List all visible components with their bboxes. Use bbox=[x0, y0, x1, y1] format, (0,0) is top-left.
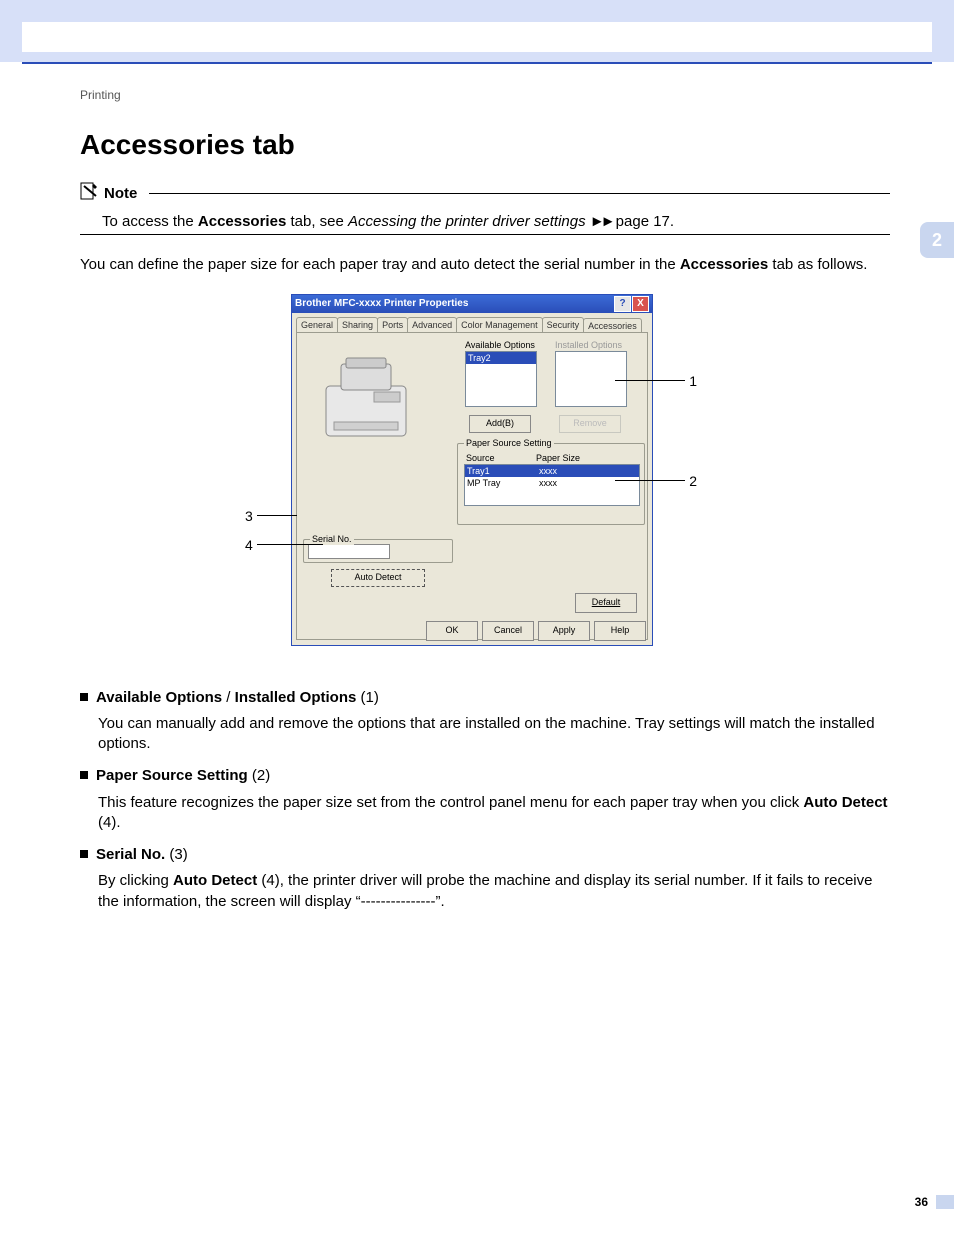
available-options-label: Available Options bbox=[465, 339, 535, 351]
printer-properties-window: Brother MFC-xxxx Printer Properties ? X … bbox=[291, 294, 653, 646]
square-bullet-icon bbox=[80, 850, 88, 858]
ok-button[interactable]: OK bbox=[426, 621, 478, 641]
tab-color-management[interactable]: Color Management bbox=[456, 317, 543, 332]
available-option-item[interactable]: Tray2 bbox=[466, 352, 536, 364]
window-titlebar: Brother MFC-xxxx Printer Properties ? X bbox=[292, 295, 652, 313]
available-options-list[interactable]: Tray2 bbox=[465, 351, 537, 407]
remove-button: Remove bbox=[559, 415, 621, 433]
intro-paragraph: You can define the paper size for each p… bbox=[80, 255, 890, 275]
tab-panel: Available Options Installed Options Tray… bbox=[296, 332, 648, 640]
tab-strip: General Sharing Ports Advanced Color Man… bbox=[292, 313, 652, 332]
callout-line bbox=[257, 515, 297, 516]
page-number: 36 bbox=[915, 1195, 928, 1209]
printer-illustration bbox=[311, 351, 421, 451]
paper-source-table[interactable]: Tray1xxxx MP Trayxxxx bbox=[464, 464, 640, 506]
pss-column-source: Source bbox=[466, 452, 495, 464]
screenshot-wrapper: Brother MFC-xxxx Printer Properties ? X … bbox=[245, 294, 725, 664]
serial-number-group: Serial No. bbox=[303, 539, 453, 563]
auto-detect-button[interactable]: Auto Detect bbox=[331, 569, 425, 587]
page-top-band bbox=[0, 0, 954, 62]
table-row[interactable]: MP Trayxxxx bbox=[465, 477, 639, 489]
note-block: Note To access the Accessories tab, see … bbox=[80, 182, 890, 236]
window-title: Brother MFC-xxxx Printer Properties bbox=[295, 297, 468, 311]
tab-general[interactable]: General bbox=[296, 317, 338, 332]
table-row[interactable]: Tray1xxxx bbox=[465, 465, 639, 477]
tab-accessories[interactable]: Accessories bbox=[583, 318, 642, 333]
callout-line bbox=[615, 380, 685, 381]
page-top-rule bbox=[22, 62, 932, 64]
running-head: Printing bbox=[80, 88, 121, 102]
add-button[interactable]: Add(B) bbox=[469, 415, 531, 433]
list-item: Serial No. (3) By clicking Auto Detect (… bbox=[80, 845, 890, 912]
tab-ports[interactable]: Ports bbox=[377, 317, 408, 332]
tab-security[interactable]: Security bbox=[542, 317, 585, 332]
chapter-tab: 2 bbox=[920, 222, 954, 258]
page-number-bar bbox=[936, 1195, 954, 1209]
callout-1: 1 bbox=[689, 372, 697, 391]
callout-4: 4 bbox=[245, 536, 253, 555]
apply-button[interactable]: Apply bbox=[538, 621, 590, 641]
page-ref-arrows-icon: ►► bbox=[590, 213, 612, 230]
list-item: Available Options / Installed Options (1… bbox=[80, 688, 890, 755]
installed-options-label: Installed Options bbox=[555, 339, 622, 351]
cancel-button[interactable]: Cancel bbox=[482, 621, 534, 641]
pss-column-papersize: Paper Size bbox=[536, 452, 580, 464]
square-bullet-icon bbox=[80, 771, 88, 779]
callout-line bbox=[615, 480, 685, 481]
default-button[interactable]: Default bbox=[575, 593, 637, 613]
callout-2: 2 bbox=[689, 472, 697, 491]
paper-source-setting-group: Paper Source Setting Source Paper Size T… bbox=[457, 443, 645, 525]
callout-line bbox=[257, 544, 323, 545]
note-icon bbox=[80, 182, 98, 206]
serial-number-field[interactable] bbox=[308, 544, 390, 559]
paper-source-setting-label: Paper Source Setting bbox=[464, 437, 554, 449]
dialog-bottom-buttons: OK Cancel Apply Help bbox=[292, 621, 652, 641]
tab-sharing[interactable]: Sharing bbox=[337, 317, 378, 332]
tab-advanced[interactable]: Advanced bbox=[407, 317, 457, 332]
note-body: To access the Accessories tab, see Acces… bbox=[102, 212, 890, 232]
page-title: Accessories tab bbox=[80, 126, 890, 164]
list-item: Paper Source Setting (2) This feature re… bbox=[80, 766, 890, 833]
window-close-button[interactable]: X bbox=[632, 296, 649, 312]
callout-3: 3 bbox=[245, 507, 253, 526]
description-list: Available Options / Installed Options (1… bbox=[80, 688, 890, 912]
square-bullet-icon bbox=[80, 693, 88, 701]
note-label: Note bbox=[104, 184, 137, 204]
window-help-button[interactable]: ? bbox=[614, 296, 631, 312]
help-button[interactable]: Help bbox=[594, 621, 646, 641]
